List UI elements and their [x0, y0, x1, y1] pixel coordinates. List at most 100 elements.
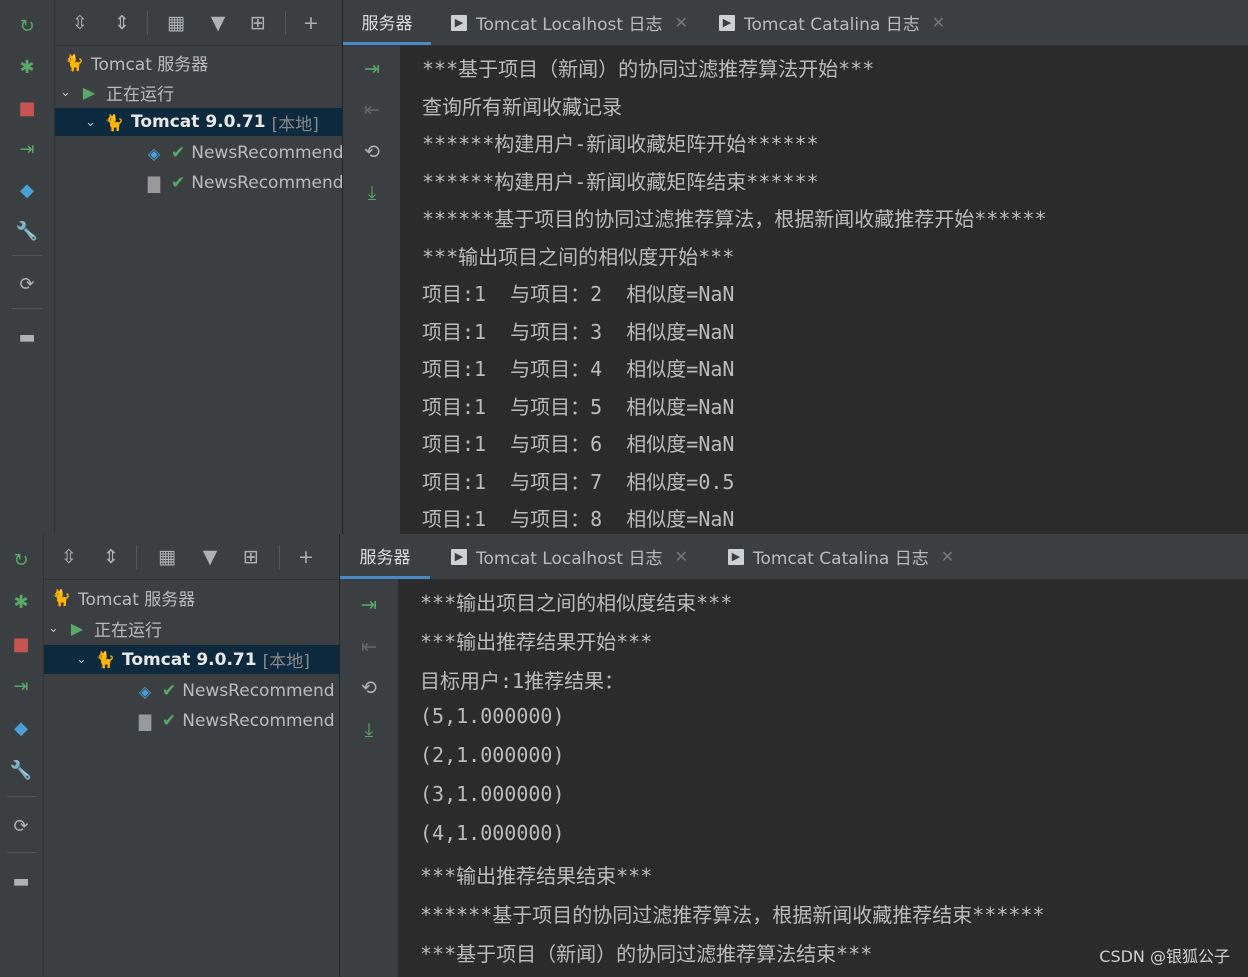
tab-catalina-log[interactable]: ▶ Tomcat Catalina 日志 ✕ [719, 0, 945, 45]
separator [136, 545, 137, 569]
artifact-label: NewsRecommend [182, 681, 335, 701]
console-line: 项目:1 与项目：4 相似度=NaN [422, 357, 735, 381]
console-line: 项目:1 与项目：6 相似度=NaN [422, 432, 735, 456]
server-name: Tomcat 9.0.71 [122, 649, 257, 670]
wrench-icon[interactable]: 🔧 [16, 221, 38, 242]
new-service-icon[interactable]: ⊞ [238, 544, 264, 570]
console-output: ***基于项目（新闻）的协同过滤推荐算法开始*** 查询所有新闻收藏记录 ***… [401, 46, 1248, 534]
chevron-down-icon[interactable]: ⌄ [76, 652, 94, 667]
close-icon[interactable]: ✕ [674, 547, 687, 566]
refresh-icon[interactable]: ⟲ [360, 140, 384, 164]
artifacts-icon[interactable]: ◆ [17, 180, 37, 201]
tree-node-server[interactable]: ⌄ 🐈 Tomcat 9.0.71 [本地] [55, 108, 342, 136]
tab-localhost-log[interactable]: ▶ Tomcat Localhost 日志 ✕ [451, 0, 688, 45]
web-artifact-icon: ◈ [147, 143, 161, 163]
undeploy-icon[interactable]: ⇤ [360, 98, 384, 122]
collapse-all-icon[interactable]: ⇕ [109, 10, 135, 36]
divider [339, 534, 340, 977]
tab-catalina-label: Tomcat Catalina 日志 [753, 549, 929, 569]
rerun-icon[interactable]: ↻ [11, 550, 31, 571]
tab-localhost-label: Tomcat Localhost 日志 [476, 15, 663, 35]
artifacts-icon[interactable]: ◆ [11, 718, 31, 739]
new-service-icon[interactable]: ⊞ [245, 10, 271, 36]
chevron-down-icon[interactable]: ⌄ [85, 115, 103, 130]
refresh-icon[interactable]: ⟳ [17, 274, 37, 295]
tree-node-server[interactable]: ⌄ 🐈 Tomcat 9.0.71 [本地] [44, 645, 339, 674]
tab-servers[interactable]: 服务器 [343, 0, 431, 45]
web-artifact-icon: ◈ [138, 681, 152, 701]
deploy-icon[interactable]: ⇥ [357, 593, 381, 617]
soft-wrap-icon[interactable]: ⤓ [360, 181, 384, 205]
console-line: (3,1.000000) [420, 782, 565, 806]
tab-servers-label: 服务器 [359, 547, 411, 568]
deploy-icon[interactable]: ⇥ [11, 676, 31, 697]
console-line: ******构建用户-新闻收藏矩阵开始****** [422, 132, 819, 156]
deploy-icon[interactable]: ⇥ [17, 139, 37, 160]
soft-wrap-icon[interactable]: ⤓ [357, 718, 381, 742]
console-action-strip: ⇥ ⇤ ⟲ ⤓ [340, 579, 398, 977]
console-line: (2,1.000000) [420, 743, 565, 767]
tab-bar: 服务器 ▶ Tomcat Localhost 日志 ✕ ▶ Tomcat Cat… [340, 534, 1248, 580]
add-icon[interactable]: + [293, 544, 319, 570]
play-icon: ▶ [70, 618, 84, 638]
tomcat-icon: 🐈 [95, 650, 115, 669]
stop-icon[interactable]: ■ [17, 98, 37, 119]
undeploy-icon[interactable]: ⇤ [357, 635, 381, 659]
console-icon: ▶ [451, 548, 467, 565]
running-label: 正在运行 [94, 620, 162, 641]
close-icon[interactable]: ✕ [941, 547, 954, 566]
separator [147, 11, 148, 35]
server-tag: [本地] [271, 114, 319, 135]
tree-node-tomcat-root[interactable]: 🐈 Tomcat 服务器 [63, 48, 208, 76]
tree-node-artifact[interactable]: ◈ ✔ NewsRecommend [143, 139, 344, 167]
tree-node-tomcat-root[interactable]: 🐈 Tomcat 服务器 [50, 583, 195, 611]
filter-icon[interactable]: ▼ [205, 10, 231, 36]
separator [279, 545, 280, 569]
stop-icon[interactable]: ■ [11, 634, 31, 655]
rerun-icon[interactable]: ↻ [17, 16, 37, 37]
layout-icon[interactable]: ▬ [11, 871, 31, 892]
tree-node-running[interactable]: ⌄ ▶ 正在运行 [60, 78, 174, 106]
collapse-all-icon[interactable]: ⇕ [98, 544, 124, 570]
refresh-icon[interactable]: ⟳ [11, 816, 31, 837]
tab-localhost-log[interactable]: ▶ Tomcat Localhost 日志 ✕ [451, 534, 688, 579]
layout-icon[interactable]: ▬ [17, 327, 37, 348]
debug-icon[interactable]: ✱ [11, 592, 31, 613]
tree-node-artifact[interactable]: ▇ ✔ NewsRecommend [134, 707, 335, 735]
separator [7, 852, 37, 853]
close-icon[interactable]: ✕ [674, 13, 687, 32]
expand-all-icon[interactable]: ⇳ [67, 10, 93, 36]
chevron-down-icon[interactable]: ⌄ [60, 85, 78, 100]
group-icon[interactable]: ▦ [163, 10, 189, 36]
separator [7, 796, 37, 797]
tree-toolbar: ⇳ ⇕ ▦ ▼ ⊞ + [44, 534, 339, 580]
left-action-strip: ↻ ✱ ■ ⇥ ◆ 🔧 ⟳ ▬ [0, 534, 44, 977]
console-line: (5,1.000000) [420, 704, 565, 728]
filter-icon[interactable]: ▼ [197, 544, 223, 570]
expand-all-icon[interactable]: ⇳ [56, 544, 82, 570]
group-icon[interactable]: ▦ [154, 544, 180, 570]
tree-node-artifact[interactable]: ◈ ✔ NewsRecommend [134, 677, 335, 705]
chevron-down-icon[interactable]: ⌄ [48, 621, 66, 636]
tree-node-artifact[interactable]: ▇ ✔ NewsRecommend [143, 169, 344, 197]
console-line: ***输出项目之间的相似度开始*** [422, 245, 735, 269]
console-line: ******基于项目的协同过滤推荐算法，根据新闻收藏推荐结束****** [420, 903, 1045, 927]
debug-icon[interactable]: ✱ [17, 57, 37, 78]
deploy-icon[interactable]: ⇥ [360, 57, 384, 81]
wrench-icon[interactable]: 🔧 [10, 760, 32, 781]
folder-icon: ▇ [147, 173, 161, 193]
check-icon: ✔ [162, 681, 177, 701]
tree-root-label: Tomcat 服务器 [78, 589, 196, 610]
services-tree: ⇳ ⇕ ▦ ▼ ⊞ + 🐈 Tomcat 服务器 ⌄ ▶ 正在运行 ⌄ 🐈 To… [55, 0, 344, 534]
tab-bar: 服务器 ▶ Tomcat Localhost 日志 ✕ ▶ Tomcat Cat… [343, 0, 1248, 46]
tab-servers[interactable]: 服务器 [340, 534, 430, 579]
console-line: ***输出项目之间的相似度结束*** [420, 591, 733, 615]
running-label: 正在运行 [106, 84, 174, 105]
add-icon[interactable]: + [298, 10, 324, 36]
console-line: 目标用户:1推荐结果： [420, 669, 625, 693]
tab-catalina-log[interactable]: ▶ Tomcat Catalina 日志 ✕ [728, 534, 954, 579]
close-icon[interactable]: ✕ [932, 13, 945, 32]
tree-node-running[interactable]: ⌄ ▶ 正在运行 [48, 614, 162, 642]
tomcat-icon: 🐈 [104, 112, 124, 132]
refresh-icon[interactable]: ⟲ [357, 676, 381, 700]
